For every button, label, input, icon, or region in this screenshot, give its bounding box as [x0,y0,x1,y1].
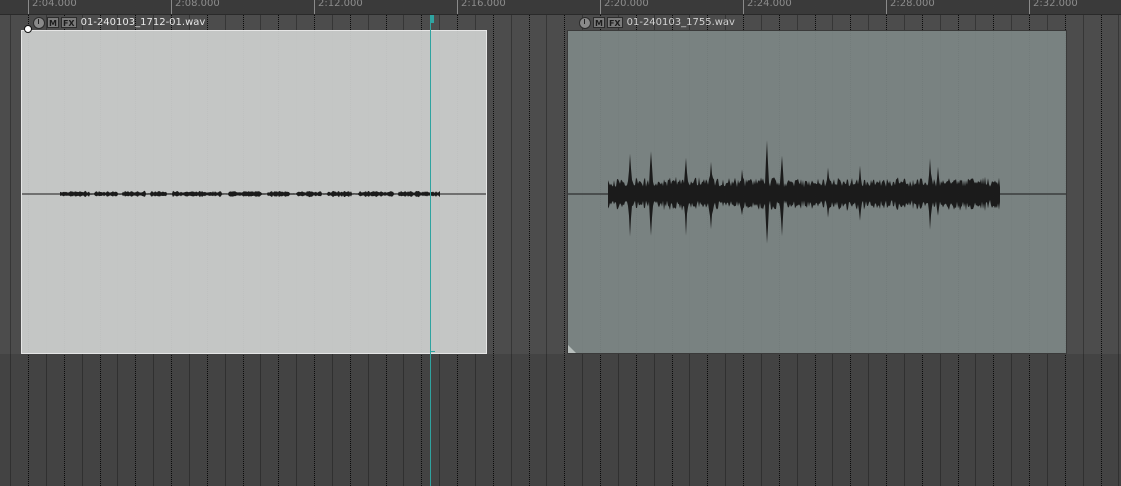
ruler-label: 2:24.000 [747,0,792,9]
ruler-label: 2:04.000 [32,0,77,9]
item-waveform [22,190,486,198]
item-name: 01-240103_1755.wav [626,16,735,28]
item-name: 01-240103_1712-01.wav [80,16,206,28]
grid-line [493,15,494,486]
grid-line [1101,15,1102,486]
grid-line [1083,15,1084,486]
cursor-bracket [430,343,435,352]
empty-track-area[interactable] [0,354,1121,486]
resize-corner-icon[interactable] [568,345,576,353]
media-item-1[interactable] [21,30,487,354]
item-2-header[interactable]: M FX 01-240103_1755.wav [579,15,735,30]
arrange-view[interactable]: 2:04.000 2:08.000 2:12.000 2:16.000 2:20… [0,0,1121,486]
ruler-label: 2:32.000 [1033,0,1078,9]
grid-line [529,15,530,486]
media-item-2[interactable] [567,30,1067,354]
clock-icon[interactable] [33,16,45,29]
grid-line [10,15,11,486]
edit-cursor[interactable] [430,15,431,486]
ruler-label: 2:28.000 [890,0,935,9]
ruler-label: 2:20.000 [604,0,649,9]
mute-button[interactable]: M [593,17,605,28]
mute-button[interactable]: M [47,17,59,28]
fx-button[interactable]: FX [60,17,77,28]
grid-line [546,15,547,486]
grid-line [511,15,512,486]
timeline-ruler[interactable]: 2:04.000 2:08.000 2:12.000 2:16.000 2:20… [0,0,1121,15]
waveform-shape [60,190,440,198]
item-fade-handle[interactable] [24,25,32,33]
clock-icon[interactable] [579,16,591,29]
edit-cursor-flag[interactable] [430,15,434,23]
item-1-header[interactable]: M FX 01-240103_1712-01.wav [33,15,205,30]
waveform-shape [608,140,1000,244]
grid-line [564,15,565,486]
fx-button[interactable]: FX [606,17,623,28]
ruler-label: 2:16.000 [461,0,506,9]
item-waveform [568,140,1066,244]
ruler-label: 2:08.000 [175,0,220,9]
ruler-label: 2:12.000 [318,0,363,9]
grid-line [1118,15,1119,486]
